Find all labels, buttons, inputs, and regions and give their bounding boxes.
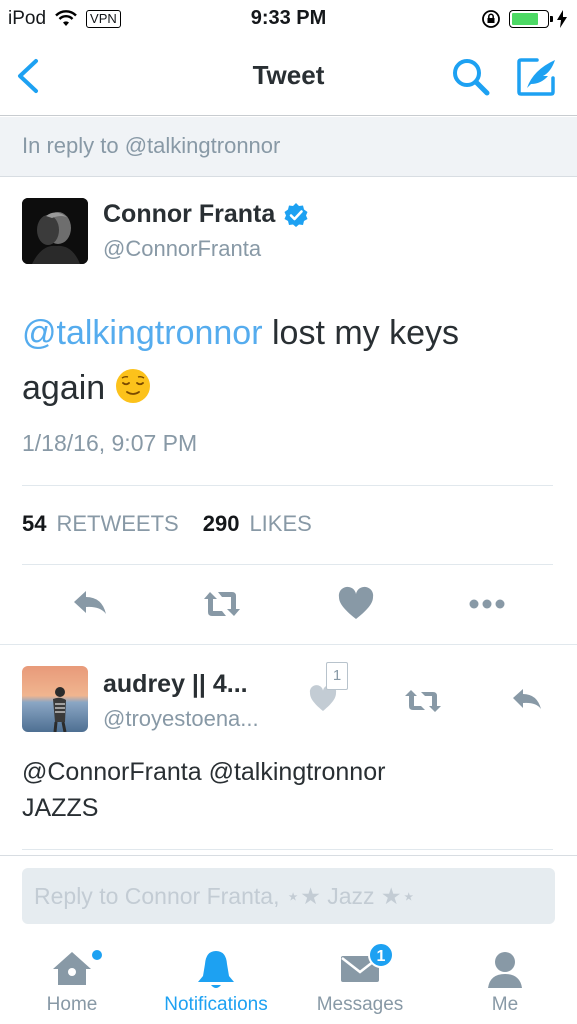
compose-icon[interactable] <box>515 56 559 98</box>
tweet-actions <box>0 580 577 628</box>
reply-text-line-2: JAZZS <box>22 794 99 822</box>
avatar-photo <box>22 198 88 264</box>
retweet-label[interactable]: RETWEETS <box>56 511 178 537</box>
in-reply-to-banner[interactable]: In reply to @talkingtronnor <box>0 117 577 177</box>
bell-icon <box>198 951 234 988</box>
reply-avatar-photo <box>22 666 88 732</box>
author-name-text: Connor Franta <box>103 200 276 228</box>
like-count[interactable]: 290 <box>203 511 240 537</box>
reply-composer-bar <box>0 855 577 935</box>
charging-icon <box>557 10 567 28</box>
reply-input[interactable] <box>22 868 555 924</box>
tweet-stats: 54 RETWEETS 290 LIKES <box>22 511 312 537</box>
reply-separator <box>22 849 553 850</box>
reply-author-name[interactable]: audrey || 4... <box>103 670 248 699</box>
tab-messages[interactable]: 1 Messages <box>306 936 414 1024</box>
tab-me[interactable]: Me <box>462 936 548 1024</box>
reply-author-avatar[interactable] <box>22 666 88 732</box>
navigation-bar: Tweet <box>0 38 577 116</box>
status-bar: iPod VPN 9:33 PM <box>0 0 577 38</box>
reply-composer[interactable] <box>22 868 555 924</box>
home-icon <box>53 952 91 985</box>
reply-reply-icon[interactable] <box>510 686 544 714</box>
tab-home[interactable]: Home <box>22 936 122 1024</box>
in-reply-to-text: In reply to @talkingtronnor <box>22 133 281 158</box>
retweet-icon[interactable] <box>202 586 242 622</box>
tweet-text: @talkingtronnor lost my keys again <box>22 306 542 416</box>
author-name[interactable]: Connor Franta <box>103 200 309 229</box>
tab-home-label: Home <box>46 994 98 1015</box>
home-new-dot <box>92 950 102 960</box>
author-handle[interactable]: @ConnorFranta <box>103 236 261 262</box>
stats-divider-bottom <box>22 564 553 565</box>
stats-divider-top <box>22 485 553 486</box>
tab-me-label: Me <box>491 994 519 1015</box>
verified-badge-icon <box>284 202 308 227</box>
search-icon[interactable] <box>450 56 492 98</box>
battery-icon <box>509 10 553 28</box>
relieved-face-emoji-icon <box>115 369 150 403</box>
person-icon <box>488 952 522 988</box>
reply-text: @ConnorFranta @talkingtronnor JAZZS <box>22 754 542 826</box>
more-options-icon[interactable] <box>467 586 507 622</box>
retweet-count[interactable]: 54 <box>22 511 46 537</box>
tab-notifications-label: Notifications <box>164 994 268 1015</box>
reply-author-handle[interactable]: @troyestoena... <box>103 706 259 732</box>
tweet-separator <box>0 644 577 645</box>
tab-bar: Home Notifications 1 Messages Me <box>0 936 577 1024</box>
reply-retweet-icon[interactable] <box>404 688 442 714</box>
like-label[interactable]: LIKES <box>249 511 311 537</box>
tab-messages-label: Messages <box>316 994 404 1015</box>
mention-link[interactable]: @talkingtronnor <box>22 314 263 352</box>
tweet-timestamp: 1/18/16, 9:07 PM <box>22 430 198 456</box>
battery-fill <box>512 13 538 25</box>
status-right <box>481 9 567 29</box>
reply-icon[interactable] <box>70 586 110 622</box>
author-avatar[interactable] <box>22 198 88 264</box>
messages-badge: 1 <box>368 942 394 968</box>
rotation-lock-icon <box>482 10 500 28</box>
tab-notifications[interactable]: Notifications <box>150 936 282 1024</box>
like-heart-icon[interactable] <box>336 586 376 622</box>
reply-text-line-1: @ConnorFranta @talkingtronnor <box>22 758 386 786</box>
reply-like-count: 1 <box>326 662 348 690</box>
